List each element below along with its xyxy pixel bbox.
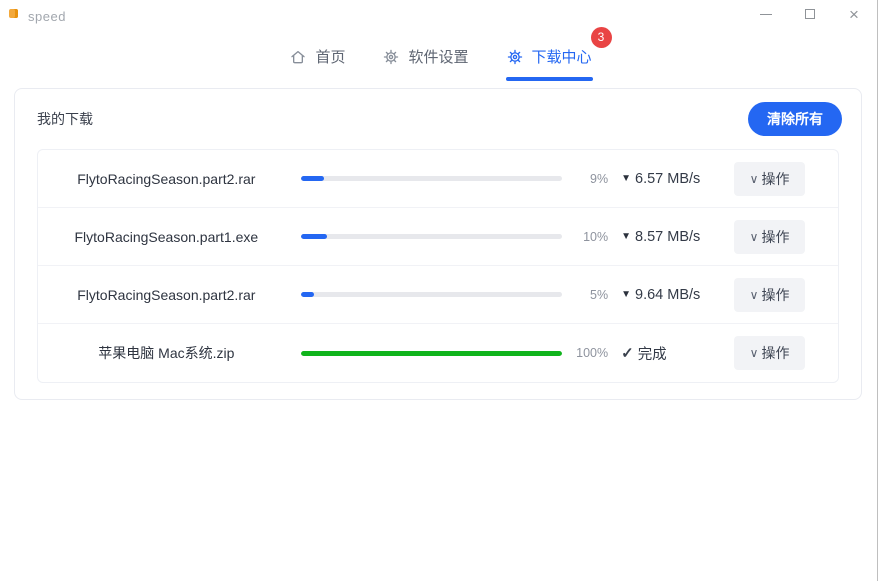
minimize-button[interactable] <box>744 0 788 28</box>
active-tab-underline <box>506 77 593 81</box>
app-identity: speed <box>0 5 66 24</box>
home-icon <box>290 49 306 65</box>
chevron-down-icon: ∨ <box>750 230 759 244</box>
action-label: 操作 <box>761 343 789 363</box>
download-row: 苹果电脑 Mac系统.zip 100% ✓ 完成 ∨ 操作 <box>38 324 838 382</box>
chevron-down-icon: ∨ <box>750 288 759 302</box>
scrollbar[interactable] <box>877 0 878 581</box>
progress-percent: 5% <box>562 288 608 302</box>
action-button[interactable]: ∨ 操作 <box>734 162 805 196</box>
progress-fill <box>301 292 314 297</box>
action-button[interactable]: ∨ 操作 <box>734 278 805 312</box>
tab-label-download-center: 下载中心 <box>532 46 592 67</box>
progress-fill <box>301 176 325 181</box>
download-filename: FlytoRacingSeason.part2.rar <box>38 287 295 303</box>
download-row: FlytoRacingSeason.part1.exe 10% ▼ 8.57 M… <box>38 208 838 266</box>
panel-title: 我的下载 <box>37 109 93 129</box>
tab-download-center[interactable]: 下载中心 3 <box>506 38 593 81</box>
close-icon: × <box>849 6 859 23</box>
download-row: FlytoRacingSeason.part2.rar 9% ▼ 6.57 MB… <box>38 150 838 208</box>
progress-percent: 10% <box>562 230 608 244</box>
download-filename: 苹果电脑 Mac系统.zip <box>38 343 295 363</box>
progress-fill <box>301 351 562 356</box>
gear-icon <box>383 49 399 65</box>
maximize-icon <box>805 9 815 19</box>
progress-percent: 100% <box>562 346 608 360</box>
minimize-icon <box>760 14 772 15</box>
maximize-button[interactable] <box>788 0 832 28</box>
download-complete-label: 完成 <box>638 343 667 364</box>
action-label: 操作 <box>761 285 789 305</box>
progress-bar <box>301 292 562 297</box>
app-title: speed <box>28 9 66 24</box>
panel-header: 我的下载 清除所有 <box>15 89 861 149</box>
download-status: ▼ 6.57 MB/s <box>621 171 734 187</box>
action-label: 操作 <box>761 227 789 247</box>
close-button[interactable]: × <box>832 0 876 28</box>
download-count-badge: 3 <box>591 27 612 48</box>
down-arrow-icon: ▼ <box>621 173 631 184</box>
downloads-panel: 我的下载 清除所有 FlytoRacingSeason.part2.rar 9%… <box>14 88 862 400</box>
download-filename: FlytoRacingSeason.part2.rar <box>38 171 295 187</box>
download-row: FlytoRacingSeason.part2.rar 5% ▼ 9.64 MB… <box>38 266 838 324</box>
app-logo-icon <box>9 9 18 18</box>
down-arrow-icon: ▼ <box>621 231 631 242</box>
title-bar: speed × <box>0 0 882 28</box>
progress-bar <box>301 351 562 356</box>
down-arrow-icon: ▼ <box>621 289 631 300</box>
progress-bar <box>301 234 562 239</box>
tab-label-home: 首页 <box>315 46 345 67</box>
download-list: FlytoRacingSeason.part2.rar 9% ▼ 6.57 MB… <box>37 149 839 383</box>
check-icon: ✓ <box>621 344 634 362</box>
progress-percent: 9% <box>562 172 608 186</box>
download-filename: FlytoRacingSeason.part1.exe <box>38 229 295 245</box>
download-status: ▼ 8.57 MB/s <box>621 229 734 245</box>
clear-all-button[interactable]: 清除所有 <box>748 102 842 136</box>
tab-settings[interactable]: 软件设置 <box>382 38 469 81</box>
download-speed: 6.57 MB/s <box>635 171 700 187</box>
chevron-down-icon: ∨ <box>750 346 759 360</box>
download-speed: 8.57 MB/s <box>635 229 700 245</box>
download-status: ✓ 完成 <box>621 343 734 364</box>
chevron-down-icon: ∨ <box>750 172 759 186</box>
progress-bar <box>301 176 562 181</box>
download-speed: 9.64 MB/s <box>635 287 700 303</box>
window-controls: × <box>744 0 876 28</box>
action-button[interactable]: ∨ 操作 <box>734 220 805 254</box>
gear-icon <box>507 49 523 65</box>
tab-label-settings: 软件设置 <box>408 46 468 67</box>
action-label: 操作 <box>761 169 789 189</box>
tab-home[interactable]: 首页 <box>289 38 346 81</box>
action-button[interactable]: ∨ 操作 <box>734 336 805 370</box>
download-status: ▼ 9.64 MB/s <box>621 287 734 303</box>
progress-fill <box>301 234 327 239</box>
main-nav: 首页 软件设置 下载中心 3 <box>0 38 882 81</box>
